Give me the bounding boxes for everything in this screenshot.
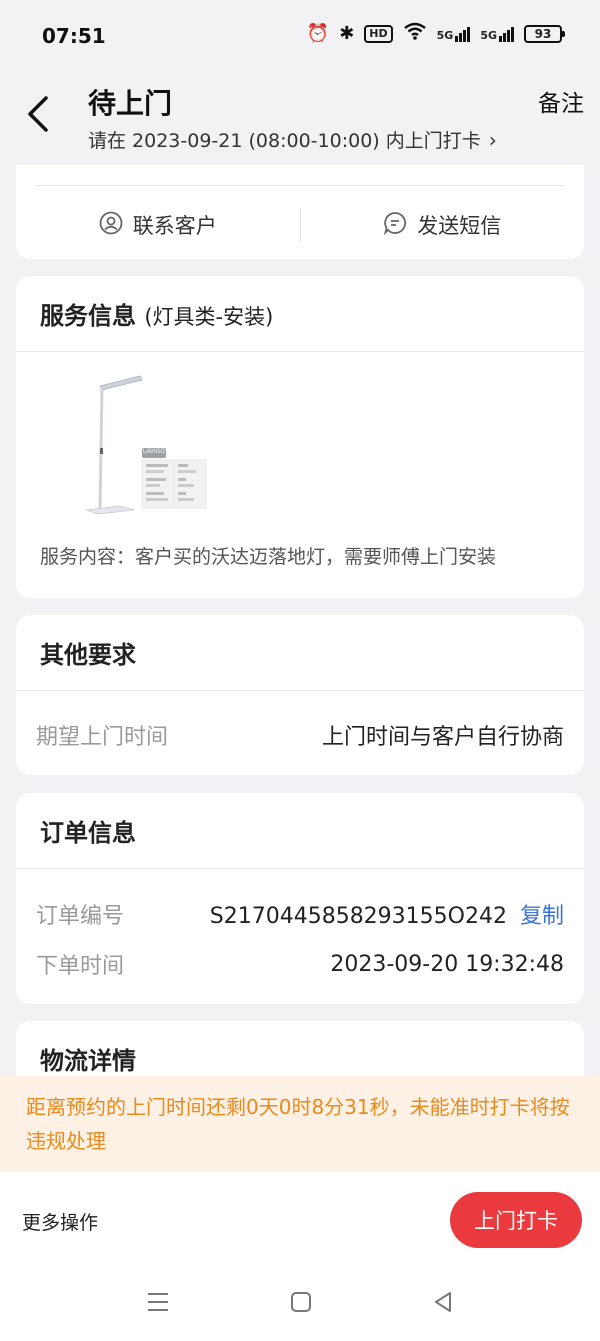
send-sms-button[interactable]: 发送短信	[301, 210, 585, 240]
other-requirements-card: 其他要求 期望上门时间 上门时间与客户自行协商	[16, 615, 584, 775]
order-info-card: 订单信息 订单编号 S2170445858293155O242 复制 下单时间 …	[16, 793, 584, 1004]
product-brand-label: LAVIGO	[143, 449, 165, 455]
send-sms-label: 发送短信	[417, 214, 502, 238]
back-arrow-icon[interactable]	[24, 94, 54, 134]
expected-visit-time-value: 上门时间与客户自行协商	[321, 725, 564, 750]
wifi-icon	[403, 22, 427, 45]
hd-icon: HD	[364, 24, 393, 43]
menu-icon[interactable]	[146, 1291, 170, 1317]
order-time-value: 2023-09-20 19:32:48	[330, 951, 564, 977]
service-category: (灯具类-安装)	[144, 305, 274, 329]
user-icon	[99, 211, 123, 240]
checkin-button[interactable]: 上门打卡	[450, 1192, 582, 1248]
appointment-time-text: 请在 2023-09-21 (08:00-10:00) 内上门打卡	[88, 130, 481, 152]
other-requirements-title: 其他要求	[40, 641, 136, 669]
service-info-title: 服务信息 (灯具类-安装)	[40, 302, 274, 330]
contact-customer-label: 联系客户	[132, 214, 217, 238]
status-bar: 07:51 ⏰ ✱ HD 5G 5G 93	[0, 0, 600, 70]
divider	[16, 351, 584, 352]
order-number-label: 订单编号	[36, 904, 125, 929]
order-number-value: S2170445858293155O242	[209, 904, 507, 929]
expected-visit-time-label: 期望上门时间	[36, 725, 169, 750]
contact-card: 联系客户 发送短信	[16, 165, 584, 259]
page-title: 待上门	[88, 87, 173, 120]
message-icon	[383, 211, 407, 240]
signal-5g-icon: 5G	[480, 26, 514, 42]
expected-visit-time-row: 期望上门时间 上门时间与客户自行协商	[16, 691, 584, 775]
status-icons: ⏰ ✱ HD 5G 5G 93	[306, 22, 565, 45]
divider	[16, 868, 584, 869]
battery-icon: 93	[524, 24, 565, 43]
copy-button[interactable]: 复制	[520, 904, 564, 929]
contact-customer-button[interactable]: 联系客户	[16, 210, 300, 240]
service-info-card: 服务信息 (灯具类-安装) LAVIGO 服务内容：客户买的沃达迈落地灯，需要师…	[16, 276, 584, 598]
signal-5g-icon: 5G	[437, 26, 471, 42]
order-number-value-wrap: S2170445858293155O242 复制	[210, 898, 564, 930]
note-button[interactable]: 备注	[538, 84, 584, 118]
more-actions-button[interactable]: 更多操作	[22, 1208, 98, 1235]
order-number-row: 订单编号 S2170445858293155O242 复制	[16, 889, 584, 939]
home-icon[interactable]	[290, 1291, 312, 1317]
order-time-row: 下单时间 2023-09-20 19:32:48	[16, 939, 584, 989]
bottom-action-bar: 更多操作 上门打卡	[0, 1172, 600, 1341]
service-content: 服务内容：客户买的沃达迈落地灯，需要师傅上门安装	[40, 546, 497, 568]
order-info-title: 订单信息	[40, 819, 136, 847]
contact-row: 联系客户 发送短信	[16, 186, 584, 259]
back-triangle-icon[interactable]	[432, 1291, 454, 1317]
order-time-label: 下单时间	[36, 954, 125, 979]
appointment-time-link[interactable]: 请在 2023-09-21 (08:00-10:00) 内上门打卡 ›	[88, 126, 497, 153]
status-time: 07:51	[42, 24, 106, 48]
chevron-right-icon: ›	[488, 127, 497, 152]
product-image[interactable]: LAVIGO	[62, 368, 212, 528]
system-nav-bar	[0, 1284, 600, 1324]
bluetooth-icon: ✱	[339, 23, 355, 44]
header: 待上门 请在 2023-09-21 (08:00-10:00) 内上门打卡 › …	[0, 70, 600, 165]
countdown-notice: 距离预约的上门时间还剩0天0时8分31秒，未能准时打卡将按违规处理	[0, 1076, 600, 1172]
alarm-icon: ⏰	[306, 23, 330, 44]
